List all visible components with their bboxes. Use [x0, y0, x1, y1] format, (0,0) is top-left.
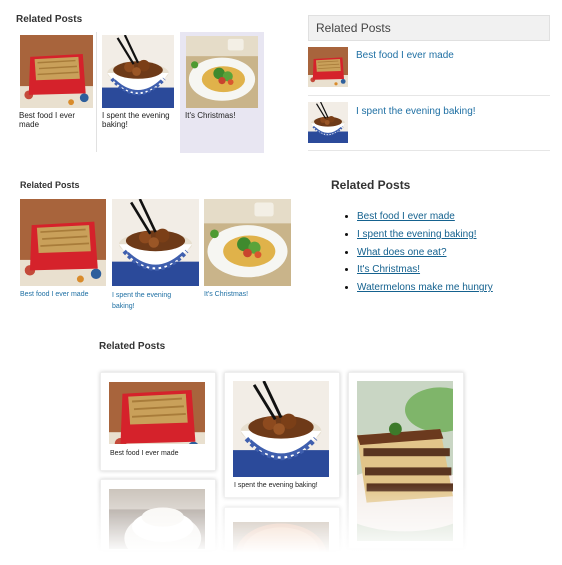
panel-c-caption[interactable]: I spent the evening baking! — [112, 290, 192, 312]
panel-d-link[interactable]: I spent the evening baking! — [357, 229, 477, 240]
noodle-bowl-photo[interactable] — [112, 199, 199, 286]
noodle-bowl-photo[interactable] — [102, 35, 174, 108]
panel-c-caption[interactable]: Best food I ever made — [20, 290, 110, 299]
panel-e-caption[interactable]: Best food I ever made — [110, 450, 178, 457]
panel-d-heading: Related Posts — [331, 178, 411, 192]
panel-a-heading: Related Posts — [16, 14, 83, 25]
panel-b-divider — [308, 95, 550, 96]
panel-a-divider — [96, 32, 97, 152]
panel-c-heading: Related Posts — [20, 180, 80, 190]
casserole-photo[interactable] — [109, 382, 205, 444]
noodle-bowl-photo[interactable] — [233, 381, 329, 477]
salad-plate-photo[interactable] — [186, 36, 258, 108]
panel-a-caption[interactable]: Best food I ever made — [19, 111, 95, 129]
panel-b-link[interactable]: I spent the evening baking! — [356, 106, 476, 117]
list-item: What does one eat? — [357, 244, 493, 262]
panel-e-heading: Related Posts — [99, 341, 166, 352]
panel-e-card[interactable]: Best food I ever made — [100, 372, 216, 471]
panel-d-link-list: Best food I ever made I spent the evenin… — [325, 208, 493, 297]
noodle-bowl-photo[interactable] — [308, 102, 348, 143]
panel-a-caption[interactable]: I spent the evening baking! — [102, 111, 178, 129]
panel-d-link[interactable]: Best food I ever made — [357, 211, 455, 222]
casserole-photo[interactable] — [20, 35, 93, 108]
panel-a-item[interactable]: Best food I ever made — [16, 32, 96, 152]
panel-d-link[interactable]: What does one eat? — [357, 247, 447, 258]
list-item: I spent the evening baking! — [357, 226, 493, 244]
casserole-photo[interactable] — [20, 199, 106, 286]
panel-b-divider — [308, 150, 550, 151]
list-item: Watermelons make me hungry — [357, 279, 493, 297]
panel-b-header: Related Posts — [308, 15, 550, 41]
panel-a-item[interactable]: I spent the evening baking! — [98, 32, 178, 152]
panel-b-link[interactable]: Best food I ever made — [356, 50, 454, 61]
list-item: It's Christmas! — [357, 261, 493, 279]
casserole-photo[interactable] — [308, 47, 348, 87]
panel-d-link[interactable]: It's Christmas! — [357, 264, 420, 275]
panel-e-fade-overlay — [0, 485, 562, 565]
salad-plate-photo[interactable] — [204, 199, 291, 286]
panel-b-heading: Related Posts — [316, 21, 391, 35]
panel-a-caption[interactable]: It's Christmas! — [185, 111, 263, 120]
panel-c-caption[interactable]: It's Christmas! — [204, 290, 294, 299]
list-item: Best food I ever made — [357, 208, 493, 226]
panel-e-card[interactable]: I spent the evening baking! — [224, 372, 340, 498]
panel-a-item-highlighted[interactable]: It's Christmas! — [180, 32, 264, 153]
panel-d-link[interactable]: Watermelons make me hungry — [357, 282, 493, 293]
